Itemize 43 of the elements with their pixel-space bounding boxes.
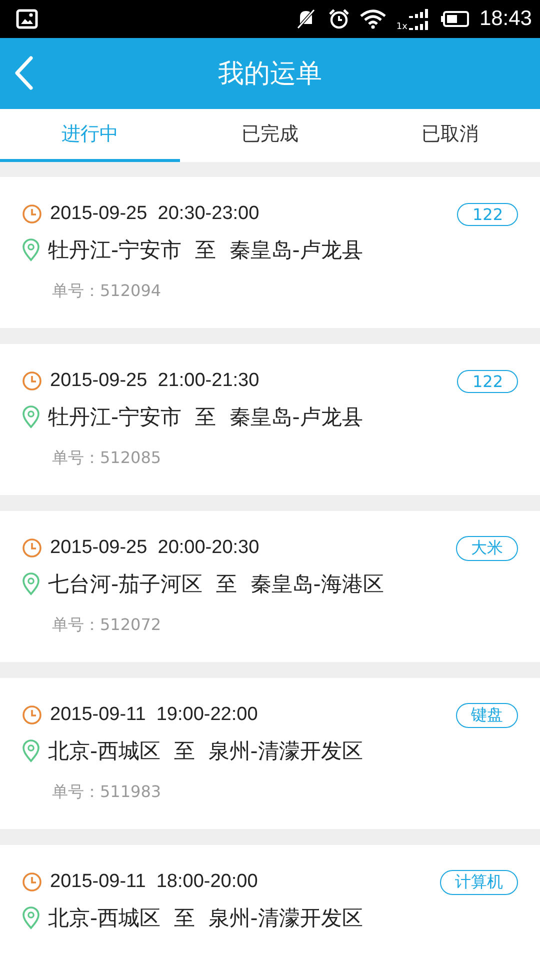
route-text: 牡丹江-宁安市 至 秦皇岛-卢龙县 — [48, 237, 363, 264]
route-text: 北京-西城区 至 泉州-清濛开发区 — [48, 738, 363, 765]
clock-icon — [22, 538, 42, 558]
delivery-time: 2015-09-11 18:00-20:00 — [50, 871, 259, 893]
clock-icon — [22, 872, 42, 892]
order-number: 单号：512085 — [52, 448, 162, 469]
route-text: 七台河-茄子河区 至 秦皇岛-海港区 — [48, 571, 384, 598]
alarm-icon — [328, 8, 350, 30]
back-button[interactable] — [14, 56, 34, 90]
cargo-tag: 键盘 — [456, 702, 518, 728]
status-time: 18:43 — [479, 7, 532, 31]
location-pin-icon — [22, 906, 40, 930]
wifi-icon — [360, 9, 386, 29]
order-number: 单号：512094 — [52, 281, 162, 302]
order-card[interactable]: 2015-09-25 21:00-21:30 122 牡丹江-宁安市 至 秦皇岛-卢龙县 单号：512085 — [0, 344, 540, 495]
location-pin-icon — [22, 572, 40, 596]
cargo-tag: 大米 — [456, 536, 518, 560]
location-pin-icon — [22, 405, 40, 429]
location-pin-icon — [22, 739, 40, 763]
route-text: 北京-西城区 至 泉州-清濛开发区 — [48, 905, 363, 932]
delivery-time: 2015-09-11 19:00-22:00 — [50, 704, 259, 726]
delivery-time: 2015-09-25 21:00-21:30 — [50, 370, 260, 392]
delivery-time: 2015-09-25 20:30-23:00 — [50, 203, 260, 225]
order-card[interactable]: 2015-09-25 20:00-20:30 大米 七台河-茄子河区 至 秦皇岛-海港区 单号：512072 — [0, 511, 540, 662]
image-icon — [16, 9, 38, 29]
clock-icon — [22, 705, 42, 725]
order-number: 单号：512072 — [52, 615, 162, 636]
clock-icon — [22, 204, 42, 224]
cargo-tag: 122 — [457, 202, 518, 226]
cargo-tag: 计算机 — [440, 870, 518, 894]
order-number: 单号：511983 — [52, 782, 162, 803]
cargo-tag: 122 — [457, 370, 518, 392]
order-card[interactable]: 2015-09-11 18:00-20:00 计算机 北京-西城区 至 泉州-清濛开发区 — [0, 845, 540, 960]
route-text: 牡丹江-宁安市 至 秦皇岛-卢龙县 — [48, 404, 363, 431]
network-label: 1x — [396, 22, 408, 32]
delivery-time: 2015-09-25 20:00-20:30 — [50, 537, 260, 559]
order-card[interactable]: 2015-09-25 20:30-23:00 122 牡丹江-宁安市 至 秦皇岛-卢龙县 单号：512094 — [0, 177, 540, 328]
battery-icon — [441, 11, 470, 27]
page-title: 我的运单 — [218, 58, 322, 91]
back-icon — [14, 56, 34, 90]
location-pin-icon — [22, 238, 40, 262]
order-card[interactable]: 2015-09-11 19:00-22:00 键盘 北京-西城区 至 泉州-清濛开发区 单号：511983 — [0, 678, 540, 829]
clock-icon — [22, 371, 42, 391]
